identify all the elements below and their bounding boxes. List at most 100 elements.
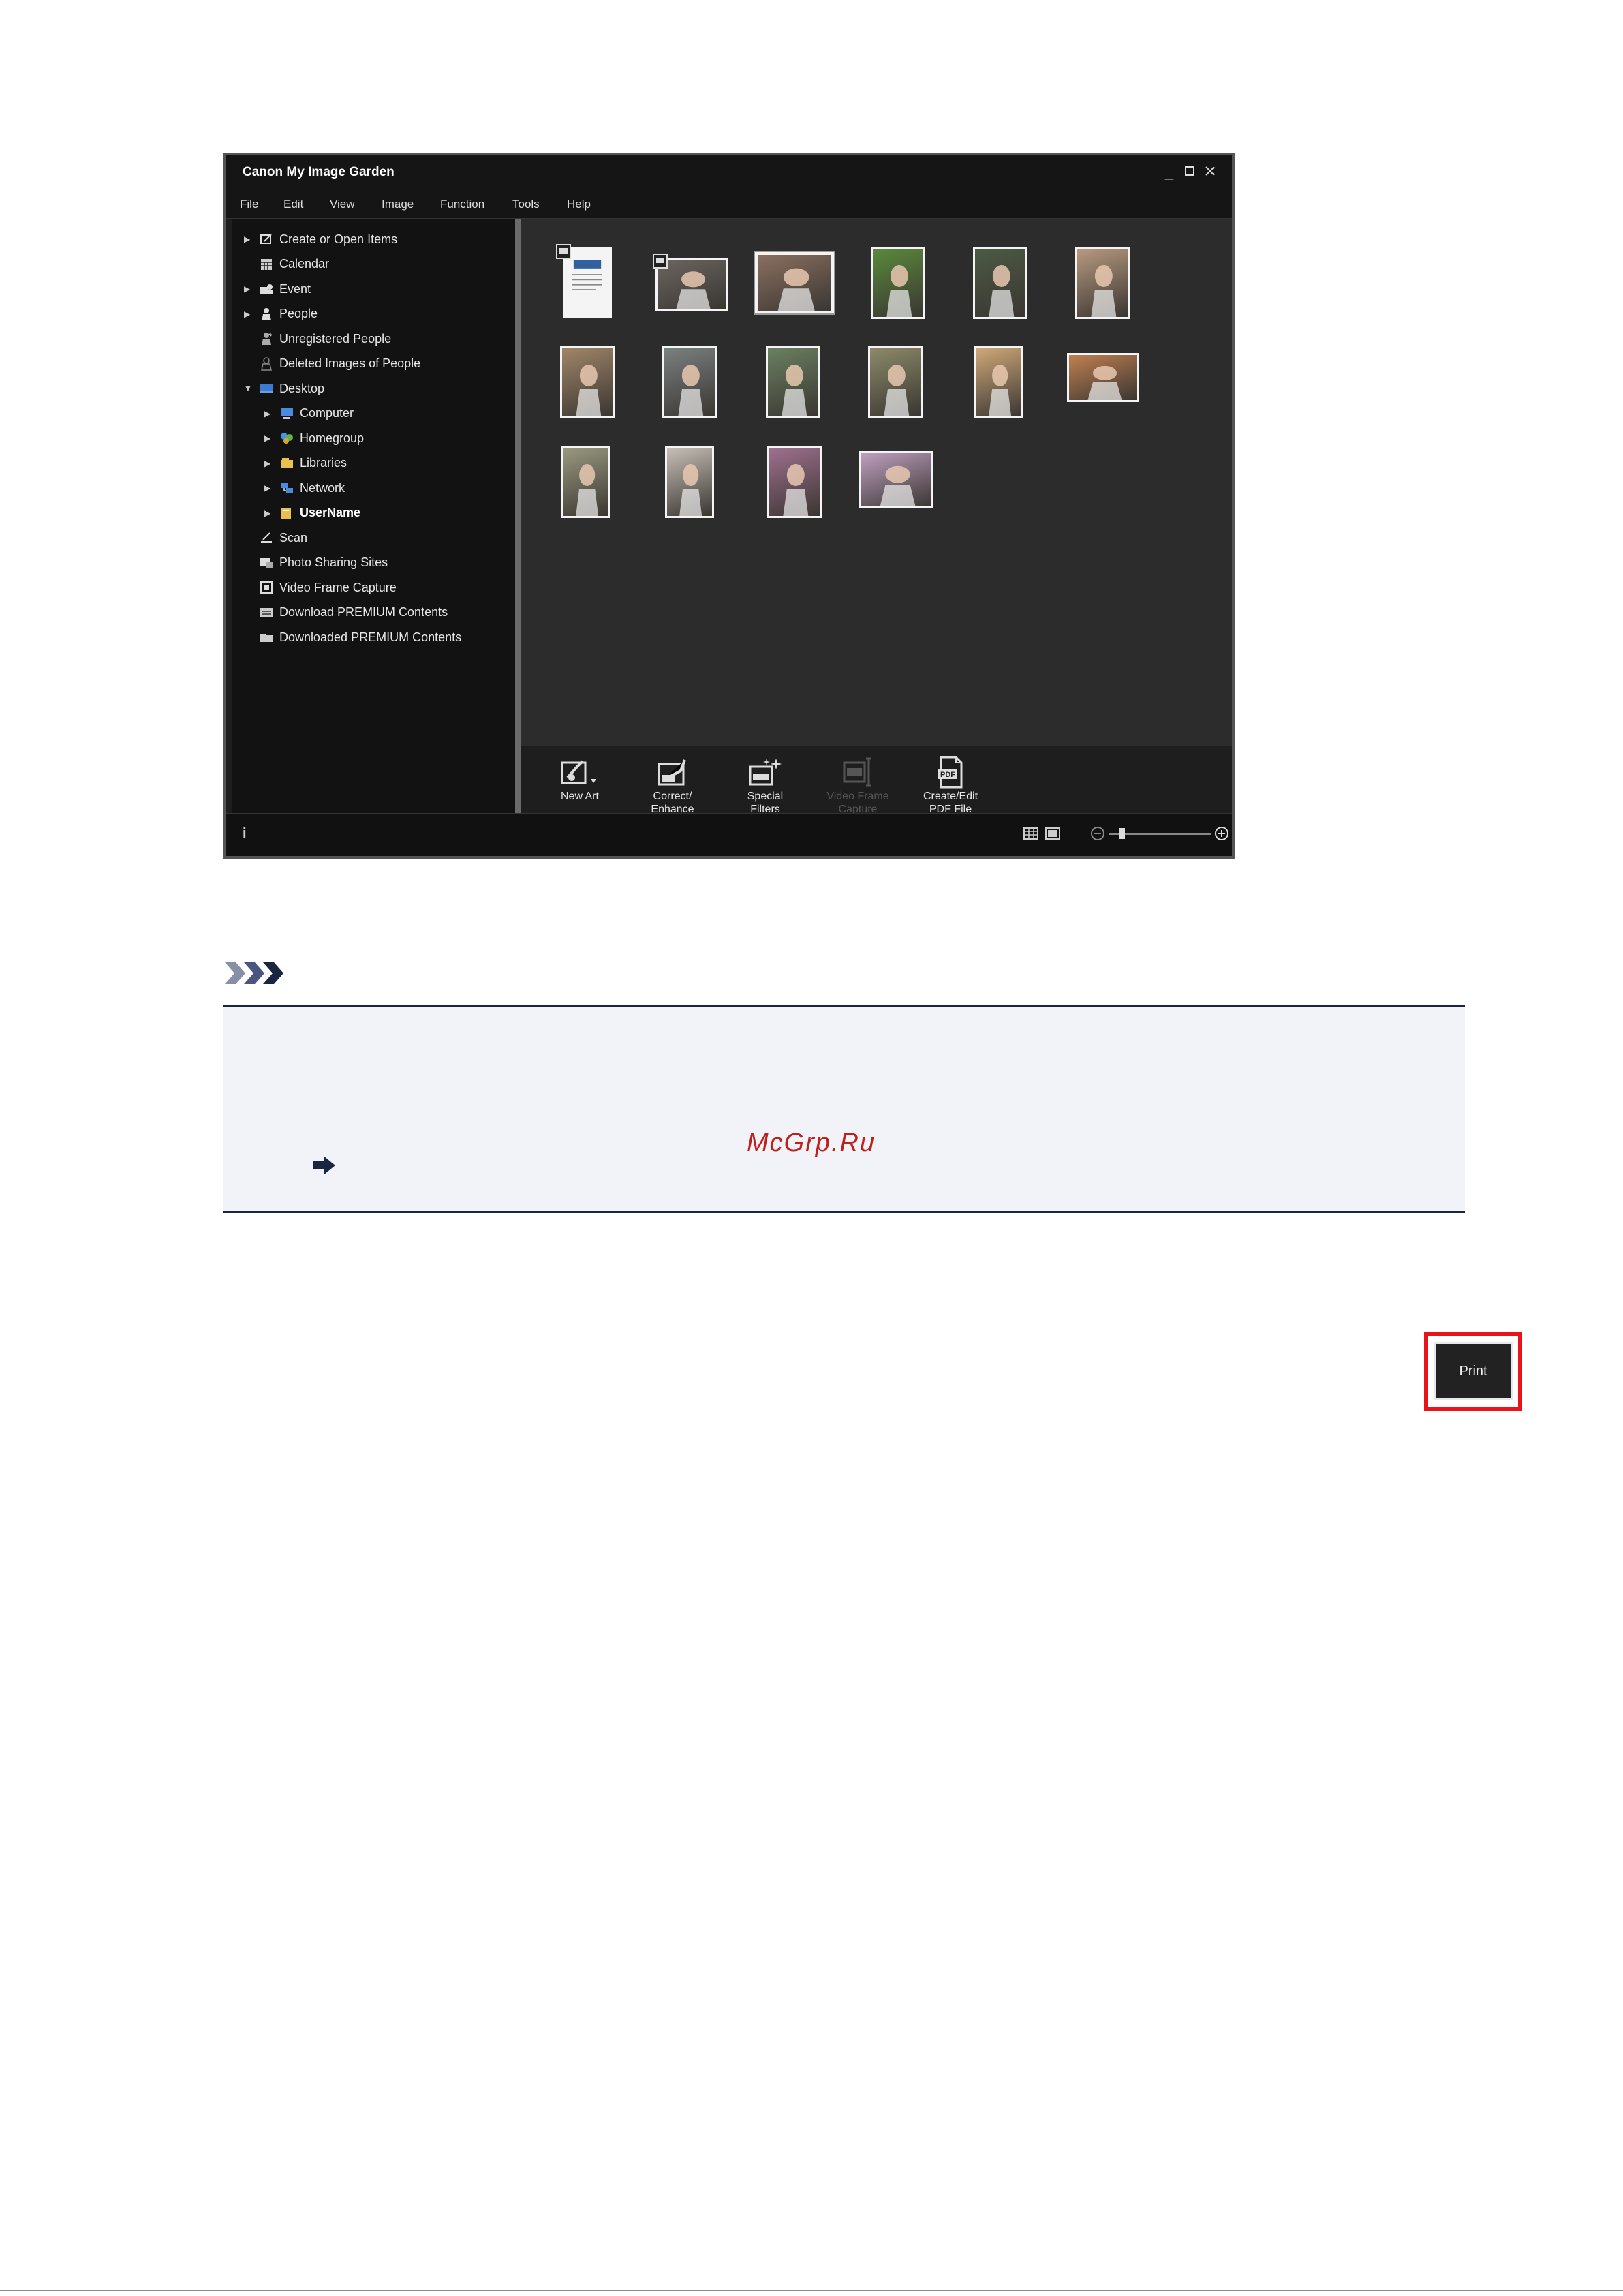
photo-thumbnail[interactable] bbox=[1067, 353, 1139, 402]
correct-enhance-button[interactable]: Correct/ Enhance bbox=[635, 754, 710, 816]
expand-arrow-icon[interactable]: ▶ bbox=[264, 508, 278, 518]
people-icon bbox=[258, 307, 275, 322]
create-edit-pdf-label-1: Create/Edit bbox=[923, 791, 978, 802]
zoom-in-icon[interactable] bbox=[1214, 826, 1229, 844]
video-badge-icon bbox=[653, 254, 668, 272]
sidebar-item-photo-sharing-sites[interactable]: Photo Sharing Sites bbox=[244, 553, 388, 573]
expand-arrow-icon[interactable]: ▶ bbox=[264, 459, 278, 468]
pdf-icon: PDF bbox=[913, 754, 988, 790]
photo-thumbnail[interactable] bbox=[767, 446, 822, 518]
sidebar-item-calendar[interactable]: Calendar bbox=[244, 254, 329, 275]
sidebar-item-label: People bbox=[279, 307, 318, 320]
special-filters-button[interactable]: Special Filters bbox=[728, 754, 803, 816]
menu-image[interactable]: Image bbox=[382, 198, 414, 211]
thumbnail-area bbox=[521, 219, 1232, 746]
status-bar: i bbox=[226, 813, 1232, 856]
expand-arrow-icon[interactable]: ▶ bbox=[264, 433, 278, 443]
sidebar-item-label: Calendar bbox=[279, 257, 330, 271]
sidebar-item-unregistered-people[interactable]: ? Unregistered People bbox=[244, 328, 391, 349]
video-frame-capture-button[interactable]: Video Frame Capture bbox=[820, 754, 895, 816]
scan-icon bbox=[258, 530, 275, 545]
video-frame-capture-label-1: Video Frame bbox=[826, 791, 889, 802]
photo-thumbnail[interactable] bbox=[871, 247, 925, 319]
sidebar-item-label: Event bbox=[279, 281, 311, 296]
sidebar-item-computer[interactable]: ▶ Computer bbox=[264, 403, 354, 424]
deleted-people-icon bbox=[258, 356, 275, 371]
menu-function[interactable]: Function bbox=[440, 198, 484, 211]
photo-sharing-icon bbox=[258, 555, 275, 570]
photo-thumbnail[interactable] bbox=[974, 346, 1023, 418]
photo-thumbnail[interactable] bbox=[859, 451, 933, 508]
photo-thumbnail[interactable] bbox=[662, 346, 717, 418]
sidebar-item-downloaded-premium-contents[interactable]: Downloaded PREMIUM Contents bbox=[244, 627, 461, 647]
photo-thumbnail[interactable] bbox=[1075, 247, 1130, 319]
photo-thumbnail[interactable] bbox=[754, 251, 835, 315]
video-frame-icon bbox=[258, 580, 275, 595]
expand-arrow-icon[interactable]: ▶ bbox=[264, 409, 278, 418]
sidebar-item-create-or-open-items[interactable]: ▶ Create or Open Items bbox=[244, 229, 397, 249]
correct-enhance-label-1: Correct/ bbox=[653, 791, 692, 802]
menu-bar: File Edit View Image Function Tools Help bbox=[226, 191, 1232, 219]
detail-view-icon[interactable] bbox=[1045, 827, 1060, 843]
sidebar-item-people[interactable]: ▶ People bbox=[244, 304, 318, 324]
libraries-icon bbox=[278, 456, 296, 471]
info-icon[interactable]: i bbox=[243, 826, 247, 842]
sidebar-item-label: Deleted Images of People bbox=[279, 356, 421, 370]
menu-tools[interactable]: Tools bbox=[512, 198, 540, 211]
sidebar-item-label: Video Frame Capture bbox=[279, 580, 397, 594]
sidebar-item-label: UserName bbox=[300, 506, 361, 519]
menu-view[interactable]: View bbox=[330, 198, 355, 211]
create-edit-pdf-button[interactable]: PDF Create/Edit PDF File bbox=[913, 754, 988, 816]
calendar-icon bbox=[258, 257, 275, 272]
zoom-out-icon[interactable] bbox=[1090, 826, 1105, 844]
sidebar-item-username[interactable]: ▶ UserName bbox=[264, 503, 360, 523]
sidebar-item-label: Photo Sharing Sites bbox=[279, 555, 388, 569]
watermark: McGrp.Ru bbox=[747, 1129, 876, 1157]
zoom-slider-handle[interactable] bbox=[1119, 828, 1125, 839]
expand-arrow-icon[interactable]: ▶ bbox=[264, 483, 278, 493]
sidebar-item-label: Scan bbox=[279, 530, 308, 545]
photo-thumbnail[interactable] bbox=[665, 446, 714, 518]
link-arrow-icon[interactable] bbox=[312, 1155, 337, 1179]
sidebar-item-homegroup[interactable]: ▶ Homegroup bbox=[264, 428, 364, 448]
sidebar-item-libraries[interactable]: ▶ Libraries bbox=[264, 453, 347, 474]
homegroup-icon bbox=[278, 431, 296, 446]
sidebar-item-label: Downloaded PREMIUM Contents bbox=[279, 630, 462, 644]
sidebar-item-label: Network bbox=[300, 480, 345, 495]
panel-splitter[interactable] bbox=[515, 219, 521, 814]
sidebar-item-label: Computer bbox=[300, 406, 354, 420]
expand-arrow-icon[interactable]: ▶ bbox=[244, 284, 258, 294]
sidebar-item-event[interactable]: ▶ Event bbox=[244, 279, 311, 299]
expand-arrow-icon[interactable]: ▶ bbox=[244, 234, 258, 244]
photo-thumbnail[interactable] bbox=[868, 346, 923, 418]
computer-icon bbox=[278, 406, 296, 421]
menu-edit[interactable]: Edit bbox=[283, 198, 303, 211]
menu-help[interactable]: Help bbox=[567, 198, 591, 211]
sidebar-item-label: Create or Open Items bbox=[279, 232, 398, 246]
desktop-icon bbox=[258, 381, 275, 396]
sidebar-item-download-premium-contents[interactable]: Download PREMIUM Contents bbox=[244, 602, 448, 623]
user-folder-icon bbox=[278, 506, 296, 521]
sidebar-item-desktop[interactable]: ▼ Desktop bbox=[244, 378, 324, 399]
sidebar-item-video-frame-capture[interactable]: Video Frame Capture bbox=[244, 577, 397, 598]
network-icon bbox=[278, 480, 296, 495]
menu-file[interactable]: File bbox=[240, 198, 258, 211]
photo-thumbnail[interactable] bbox=[560, 346, 615, 418]
new-art-button[interactable]: New Art bbox=[542, 754, 617, 803]
sidebar-item-deleted-images-of-people[interactable]: Deleted Images of People bbox=[244, 354, 420, 374]
photo-thumbnail[interactable] bbox=[561, 446, 610, 518]
minimize-icon[interactable]: _ bbox=[1160, 162, 1179, 181]
close-icon[interactable] bbox=[1201, 162, 1220, 181]
unregistered-people-icon: ? bbox=[258, 331, 275, 346]
maximize-icon[interactable] bbox=[1180, 162, 1199, 181]
svg-text:?: ? bbox=[268, 333, 272, 339]
collapse-arrow-icon[interactable]: ▼ bbox=[244, 384, 258, 393]
grid-view-icon[interactable] bbox=[1023, 827, 1038, 843]
sidebar-item-label: Download PREMIUM Contents bbox=[279, 605, 448, 619]
expand-arrow-icon[interactable]: ▶ bbox=[244, 309, 258, 319]
photo-thumbnail[interactable] bbox=[766, 346, 820, 418]
sidebar-item-network[interactable]: ▶ Network bbox=[264, 478, 345, 498]
sidebar-item-scan[interactable]: Scan bbox=[244, 527, 307, 548]
zoom-slider[interactable] bbox=[1109, 828, 1211, 839]
photo-thumbnail[interactable] bbox=[973, 247, 1027, 319]
